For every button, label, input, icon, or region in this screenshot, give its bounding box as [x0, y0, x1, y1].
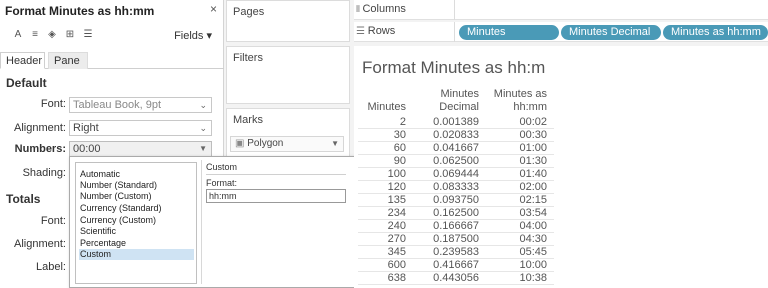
shading-icon[interactable]: ◈: [46, 29, 58, 41]
shelf-divider: [454, 0, 455, 20]
viz-title: Format Minutes as hh:m: [362, 58, 546, 77]
font-label: Font:: [40, 98, 66, 110]
table-row: 2 0.001389 00:02: [354, 116, 554, 129]
table-row: 345 0.239583 05:45: [354, 246, 554, 259]
table-row: 100 0.069444 01:40: [354, 168, 554, 181]
numbers-select-value: 00:00: [73, 143, 101, 155]
borders-icon[interactable]: ⊞: [64, 29, 76, 41]
pill-minutes-decimal[interactable]: Minutes Decimal: [561, 25, 661, 40]
filters-shelf[interactable]: Filters: [226, 46, 350, 104]
totals-alignment-label: Alignment:: [14, 238, 66, 250]
rows-icon: ☰: [356, 26, 368, 37]
table-row: 638 0.443056 10:38: [354, 272, 554, 285]
format-input[interactable]: hh:mm: [206, 189, 346, 203]
marks-card-title: Marks: [233, 114, 263, 126]
list-item[interactable]: Currency (Custom): [79, 215, 194, 226]
list-item[interactable]: Automatic: [79, 169, 194, 180]
format-pane-title: Format Minutes as hh:mm: [5, 4, 155, 18]
default-section-heading: Default: [6, 76, 47, 90]
alignment-select[interactable]: Right ⌄: [69, 120, 212, 136]
table-row: 234 0.162500 03:54: [354, 207, 554, 220]
fields-dropdown[interactable]: Fields ▾: [174, 29, 212, 42]
close-icon[interactable]: ×: [210, 2, 217, 16]
viz-area: Format Minutes as hh:m Minutes Minutes De…: [354, 46, 768, 288]
column-header-minutes-decimal-line2: Decimal: [439, 101, 479, 113]
column-header-minutes-hhmm-line1: Minutes as: [493, 88, 547, 100]
filters-shelf-title: Filters: [233, 52, 263, 64]
alignment-label: Alignment:: [14, 122, 66, 134]
format-tabs: Header Pane: [0, 52, 224, 69]
rows-shelf-label: ☰ Rows: [356, 25, 395, 37]
font-select-value: Tableau Book, 9pt: [73, 99, 162, 111]
table-row: 270 0.187500 04:30: [354, 233, 554, 246]
table-row: 30 0.020833 00:30: [354, 129, 554, 142]
lines-icon[interactable]: ☰: [82, 29, 94, 41]
list-item[interactable]: Currency (Standard): [79, 203, 194, 214]
format-toolbar: A ≡ ◈ ⊞ ☰ Fields ▾: [0, 24, 224, 48]
list-item[interactable]: Number (Custom): [79, 191, 194, 202]
table-row: 240 0.166667 04:00: [354, 220, 554, 233]
popup-divider: [201, 160, 202, 284]
columns-shelf[interactable]: ⦀ Columns: [354, 0, 768, 20]
shelf-divider: [454, 22, 455, 42]
list-item[interactable]: Number (Standard): [79, 180, 194, 191]
list-item-selected[interactable]: Custom: [79, 249, 194, 260]
column-header-minutes-decimal: Minutes Decimal: [412, 88, 479, 114]
custom-section-title: Custom: [206, 162, 238, 172]
pill-minutes-hhmm[interactable]: Minutes as hh:mm: [663, 25, 768, 40]
alignment-icon[interactable]: ≡: [29, 29, 41, 41]
table-row: 60 0.041667 01:00: [354, 142, 554, 155]
chevron-down-icon: ⌄: [199, 100, 207, 110]
totals-font-label: Font:: [40, 215, 66, 227]
table-row: 135 0.093750 02:15: [354, 194, 554, 207]
column-header-minutes: Minutes: [367, 101, 406, 113]
tab-header[interactable]: Header: [0, 52, 45, 69]
numbers-select[interactable]: 00:00 ▼: [69, 141, 212, 157]
numbers-label: Numbers:: [14, 143, 66, 155]
polygon-icon: ▣: [235, 138, 248, 149]
number-format-list[interactable]: Automatic Number (Standard) Number (Cust…: [75, 162, 197, 284]
table-row: 120 0.083333 02:00: [354, 181, 554, 194]
format-label: Format:: [206, 178, 238, 188]
table-row: 600 0.416667 10:00: [354, 259, 554, 272]
dropdown-arrow-icon: ▼: [331, 139, 339, 148]
columns-shelf-text: Columns: [362, 3, 406, 15]
rows-shelf[interactable]: ☰ Rows Minutes Minutes Decimal Minutes a…: [354, 22, 768, 42]
row-divider: [358, 284, 554, 285]
column-header-minutes-decimal-line1: Minutes: [440, 88, 479, 100]
pages-shelf[interactable]: Pages: [226, 0, 350, 42]
shading-label: Shading:: [22, 167, 66, 179]
number-format-popup: Automatic Number (Standard) Number (Cust…: [69, 156, 356, 288]
table-row: 90 0.062500 01:30: [354, 155, 554, 168]
pill-minutes[interactable]: Minutes: [459, 25, 559, 40]
column-header-minutes-hhmm: Minutes as hh:mm: [484, 88, 547, 114]
mark-type-dropdown[interactable]: ▣ Polygon ▼: [230, 136, 344, 152]
rows-shelf-text: Rows: [367, 25, 396, 37]
columns-shelf-label: ⦀ Columns: [356, 3, 406, 15]
totals-label-label: Label:: [36, 261, 66, 273]
column-header-minutes-hhmm-line2: hh:mm: [513, 101, 547, 113]
chevron-down-icon: ⌄: [199, 123, 207, 133]
mark-type-value: Polygon: [247, 138, 284, 149]
pages-shelf-title: Pages: [233, 6, 265, 18]
list-item[interactable]: Percentage: [79, 238, 194, 249]
tab-pane[interactable]: Pane: [48, 52, 88, 69]
font-select[interactable]: Tableau Book, 9pt ⌄: [69, 97, 212, 113]
alignment-select-value: Right: [73, 122, 99, 134]
totals-section-heading: Totals: [6, 192, 41, 206]
list-item[interactable]: Scientific: [79, 226, 194, 237]
font-icon[interactable]: A: [12, 29, 24, 41]
dropdown-arrow-icon: ▼: [199, 144, 207, 153]
custom-section-rule: [206, 174, 346, 175]
